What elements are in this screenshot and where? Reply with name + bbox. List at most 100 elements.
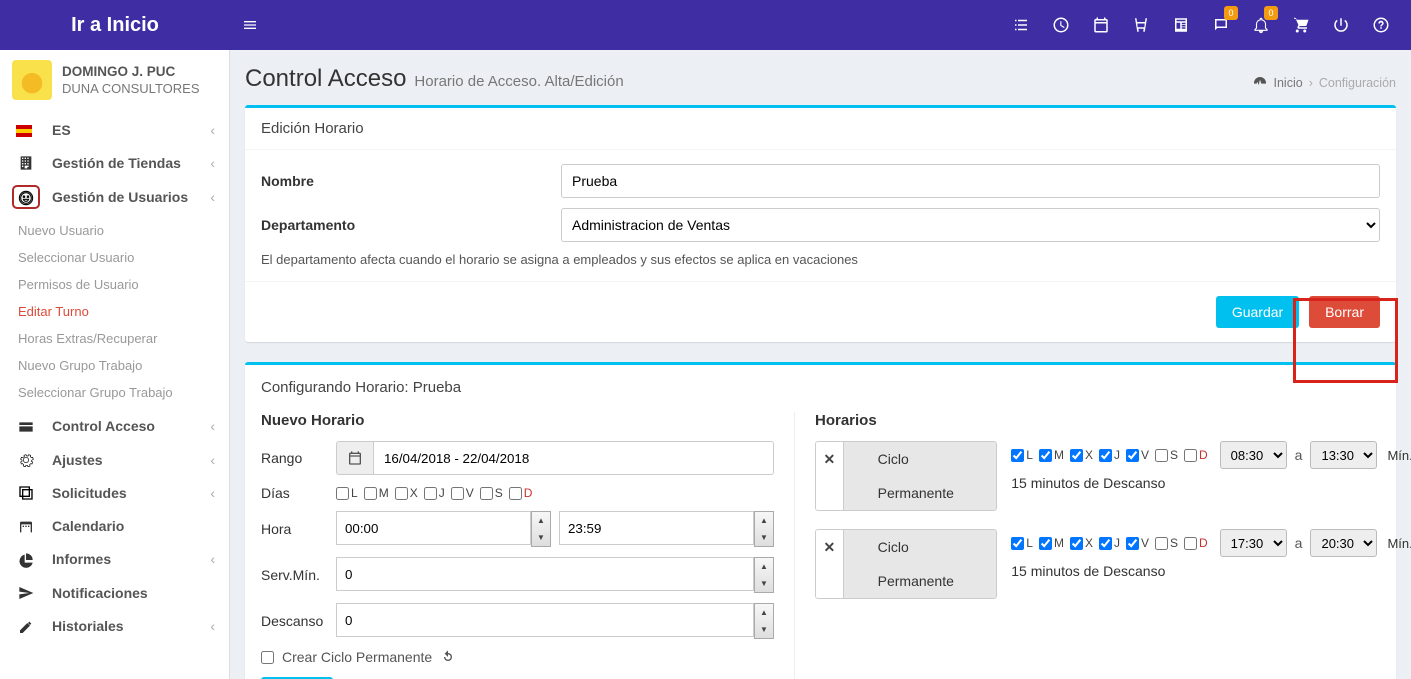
chk-L[interactable] xyxy=(336,487,349,500)
chk-V[interactable] xyxy=(451,487,464,500)
input-nombre[interactable] xyxy=(561,164,1380,198)
delete-button[interactable]: Borrar xyxy=(1309,296,1380,328)
delete-cycle-button[interactable]: ✕ xyxy=(816,530,844,598)
sidebar-item-usuarios[interactable]: Gestión de Usuarios ‹ xyxy=(0,179,229,214)
row-chk-V[interactable] xyxy=(1126,449,1139,462)
chevron-left-icon: ‹ xyxy=(210,485,215,501)
delete-cycle-button[interactable]: ✕ xyxy=(816,442,844,510)
bell-badge: 0 xyxy=(1264,6,1278,20)
logo-home-link[interactable]: Ir a Inicio xyxy=(0,0,230,50)
input-rango[interactable] xyxy=(373,441,774,475)
spinner[interactable]: ▲▼ xyxy=(754,511,774,547)
sidebar-item-control-acceso[interactable]: Control Acceso ‹ xyxy=(0,410,229,443)
row-time-start[interactable]: 08:30 xyxy=(1220,441,1287,469)
box1-title: Edición Horario xyxy=(261,120,364,137)
row-time-start[interactable]: 17:30 xyxy=(1220,529,1287,557)
row-chk-V[interactable] xyxy=(1126,537,1139,550)
crumb-config: Configuración xyxy=(1319,76,1396,90)
sidebar-item-label: Historiales xyxy=(52,618,210,634)
building-icon xyxy=(18,155,34,171)
row-days-checks: LMXJVSD xyxy=(1011,448,1207,462)
row-time-end[interactable]: 13:30 xyxy=(1310,441,1377,469)
topicon-list[interactable] xyxy=(1001,0,1041,50)
submenu-nuevo-usuario[interactable]: Nuevo Usuario xyxy=(0,217,229,244)
spinner[interactable]: ▲▼ xyxy=(754,557,774,593)
row-chk-L[interactable] xyxy=(1011,449,1024,462)
chk-J[interactable] xyxy=(424,487,437,500)
select-departamento[interactable]: Administracion de Ventas xyxy=(561,208,1380,242)
inbox-icon xyxy=(18,485,34,501)
sidebar-item-label: Calendario xyxy=(52,518,215,534)
lbl-rango: Rango xyxy=(261,450,336,466)
topicon-power[interactable] xyxy=(1321,0,1361,50)
main-content: Control Acceso Horario de Acceso. Alta/E… xyxy=(230,50,1411,679)
row-chk-L[interactable] xyxy=(1011,537,1024,550)
row-chk-X[interactable] xyxy=(1070,537,1083,550)
spinner[interactable]: ▲▼ xyxy=(531,511,551,547)
submenu-permisos-usuario[interactable]: Permisos de Usuario xyxy=(0,271,229,298)
row-chk-J[interactable] xyxy=(1099,537,1112,550)
chk-D[interactable] xyxy=(509,487,522,500)
gear-icon xyxy=(18,452,34,468)
sidebar: DOMINGO J. PUC DUNA CONSULTORES ES ‹ Ges… xyxy=(0,50,230,679)
user-panel: DOMINGO J. PUC DUNA CONSULTORES xyxy=(0,50,229,114)
row-chk-D[interactable] xyxy=(1184,537,1197,550)
chk-M[interactable] xyxy=(364,487,377,500)
sidebar-item-historiales[interactable]: Historiales ‹ xyxy=(0,609,229,642)
sidebar-item-solicitudes[interactable]: Solicitudes ‹ xyxy=(0,476,229,509)
save-button[interactable]: Guardar xyxy=(1216,296,1299,328)
rest-text: 15 minutos de Descanso xyxy=(1011,563,1411,579)
topicon-cart[interactable] xyxy=(1281,0,1321,50)
chk-ciclo-permanente[interactable] xyxy=(261,651,274,664)
sidebar-item-tiendas[interactable]: Gestión de Tiendas ‹ xyxy=(0,146,229,179)
chk-X[interactable] xyxy=(395,487,408,500)
row-time-end[interactable]: 20:30 xyxy=(1310,529,1377,557)
topicon-help[interactable] xyxy=(1361,0,1401,50)
submenu-editar-turno[interactable]: Editar Turno xyxy=(0,298,229,325)
pie-icon xyxy=(18,552,34,568)
new-days-checks: L M X J V S D xyxy=(336,486,532,500)
box2-title: Configurando Horario: Prueba xyxy=(261,379,1380,396)
help-icon xyxy=(1372,16,1390,34)
topicon-road[interactable] xyxy=(1121,0,1161,50)
submenu-seleccionar-usuario[interactable]: Seleccionar Usuario xyxy=(0,244,229,271)
row-chk-S[interactable] xyxy=(1155,449,1168,462)
card-icon xyxy=(18,419,34,435)
input-hora-end[interactable] xyxy=(559,511,754,545)
sidebar-item-notificaciones[interactable]: Notificaciones xyxy=(0,576,229,609)
submenu-nuevo-grupo[interactable]: Nuevo Grupo Trabajo xyxy=(0,352,229,379)
row-chk-J[interactable] xyxy=(1099,449,1112,462)
row-chk-M[interactable] xyxy=(1039,449,1052,462)
topicon-calendar[interactable] xyxy=(1081,0,1121,50)
input-servmin[interactable] xyxy=(336,557,754,591)
sidebar-item-ajustes[interactable]: Ajustes ‹ xyxy=(0,443,229,476)
topicon-news[interactable] xyxy=(1161,0,1201,50)
row-chk-X[interactable] xyxy=(1070,449,1083,462)
top-header: Ir a Inicio 0 0 xyxy=(0,0,1411,50)
sidebar-item-lang[interactable]: ES ‹ xyxy=(0,114,229,146)
input-hora-start[interactable] xyxy=(336,511,531,545)
submenu-horas-extras[interactable]: Horas Extras/Recuperar xyxy=(0,325,229,352)
topicon-bell[interactable]: 0 xyxy=(1241,0,1281,50)
cycle-label[interactable]: Ciclo Permanente xyxy=(844,442,997,510)
list-icon xyxy=(1012,16,1030,34)
topicon-clock[interactable] xyxy=(1041,0,1081,50)
topicon-chat[interactable]: 0 xyxy=(1201,0,1241,50)
refresh-icon xyxy=(440,649,456,665)
sidebar-item-label: Gestión de Usuarios xyxy=(52,189,210,205)
calendar-addon-icon[interactable] xyxy=(336,441,373,475)
cycle-label[interactable]: Ciclo Permanente xyxy=(844,530,997,598)
submenu-seleccionar-grupo[interactable]: Seleccionar Grupo Trabajo xyxy=(0,379,229,406)
spinner[interactable]: ▲▼ xyxy=(754,603,774,639)
sidebar-item-calendario[interactable]: Calendario xyxy=(0,509,229,542)
chk-S[interactable] xyxy=(480,487,493,500)
row-chk-D[interactable] xyxy=(1184,449,1197,462)
clock-icon xyxy=(1052,16,1070,34)
row-chk-S[interactable] xyxy=(1155,537,1168,550)
min-label: Mín. xyxy=(1387,448,1411,463)
crumb-home[interactable]: Inicio xyxy=(1274,76,1303,90)
row-chk-M[interactable] xyxy=(1039,537,1052,550)
sidebar-item-informes[interactable]: Informes ‹ xyxy=(0,543,229,576)
input-descanso[interactable] xyxy=(336,603,754,637)
sidebar-toggle[interactable] xyxy=(230,16,270,34)
